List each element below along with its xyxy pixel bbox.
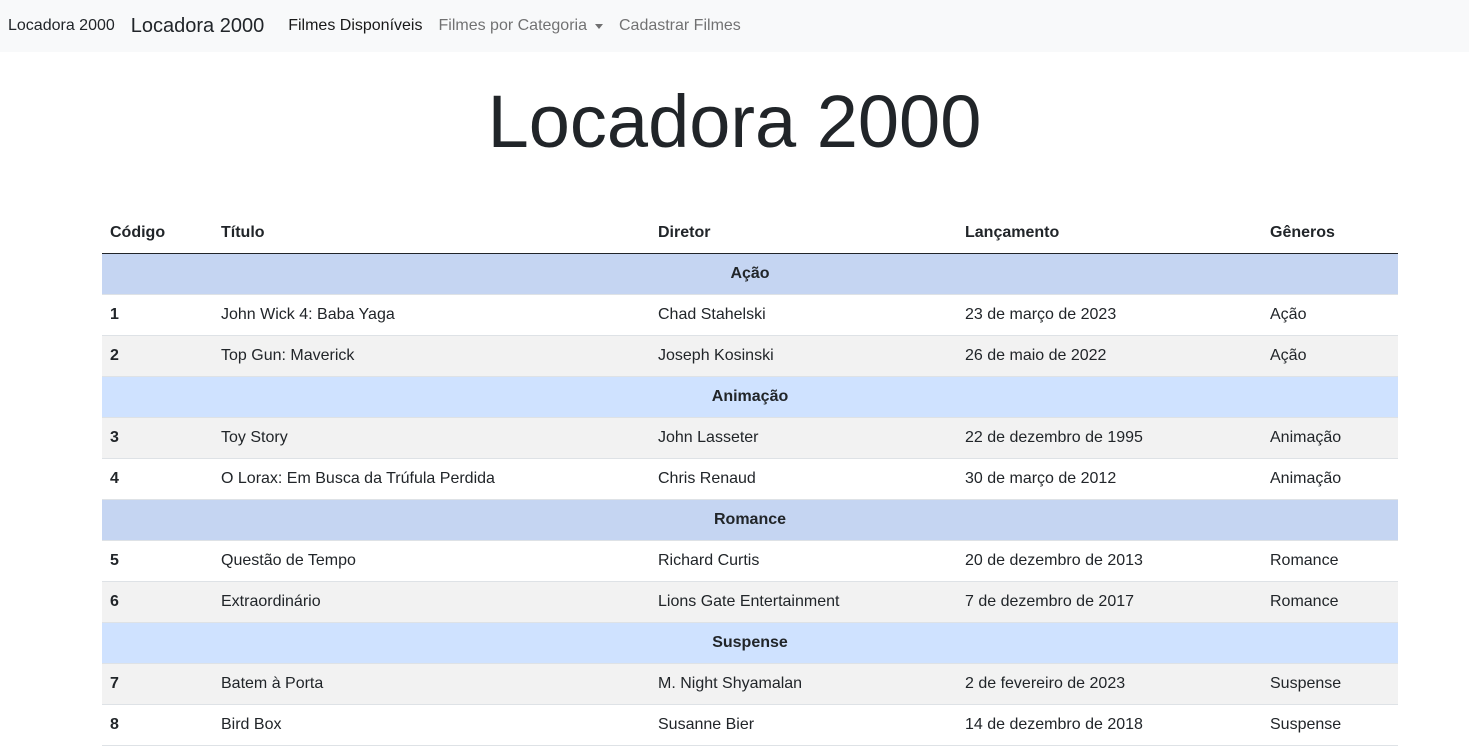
nav-link-filmes-disponiveis[interactable]: Filmes Disponíveis bbox=[288, 17, 422, 35]
column-header-diretor: Diretor bbox=[650, 213, 957, 254]
cell-code: 7 bbox=[102, 663, 213, 705]
cell-genre: Romance bbox=[1262, 581, 1398, 623]
table-header-row: Código Título Diretor Lançamento Gêneros bbox=[102, 213, 1398, 254]
movies-table-container: Código Título Diretor Lançamento Gêneros… bbox=[102, 213, 1398, 746]
cell-release: 23 de março de 2023 bbox=[957, 294, 1262, 336]
cell-title: John Wick 4: Baba Yaga bbox=[213, 294, 650, 336]
table-row: 5 Questão de Tempo Richard Curtis 20 de … bbox=[102, 540, 1398, 582]
nav-link-cadastrar-filmes[interactable]: Cadastrar Filmes bbox=[619, 17, 741, 35]
brand-name-link[interactable]: Locadora 2000 bbox=[131, 15, 264, 38]
column-header-lancamento: Lançamento bbox=[957, 213, 1262, 254]
table-row: 7 Batem à Porta M. Night Shyamalan 2 de … bbox=[102, 663, 1398, 705]
table-row: 6 Extraordinário Lions Gate Entertainmen… bbox=[102, 581, 1398, 623]
cell-release: 30 de março de 2012 bbox=[957, 458, 1262, 500]
cell-title: Questão de Tempo bbox=[213, 540, 650, 582]
cell-director: Joseph Kosinski bbox=[650, 335, 957, 377]
cell-code: 3 bbox=[102, 417, 213, 459]
category-label: Romance bbox=[102, 499, 1398, 541]
brand-logo-alt-text: Locadora 2000 bbox=[8, 17, 115, 34]
category-group-row: Ação bbox=[102, 253, 1398, 295]
cell-director: M. Night Shyamalan bbox=[650, 663, 957, 705]
cell-code: 4 bbox=[102, 458, 213, 500]
cell-code: 5 bbox=[102, 540, 213, 582]
table-row: 3 Toy Story John Lasseter 22 de dezembro… bbox=[102, 417, 1398, 459]
brand-logo-broken-image[interactable]: Locadora 2000 bbox=[8, 17, 115, 35]
cell-title: Toy Story bbox=[213, 417, 650, 459]
cell-director: Susanne Bier bbox=[650, 704, 957, 746]
category-label: Suspense bbox=[102, 622, 1398, 664]
cell-code: 6 bbox=[102, 581, 213, 623]
cell-title: Extraordinário bbox=[213, 581, 650, 623]
column-header-generos: Gêneros bbox=[1262, 213, 1398, 254]
cell-release: 2 de fevereiro de 2023 bbox=[957, 663, 1262, 705]
column-header-codigo: Código bbox=[102, 213, 213, 254]
cell-director: Lions Gate Entertainment bbox=[650, 581, 957, 623]
table-row: 4 O Lorax: Em Busca da Trúfula Perdida C… bbox=[102, 458, 1398, 500]
category-group-row: Romance bbox=[102, 499, 1398, 541]
cell-code: 2 bbox=[102, 335, 213, 377]
cell-genre: Ação bbox=[1262, 335, 1398, 377]
cell-release: 20 de dezembro de 2013 bbox=[957, 540, 1262, 582]
cell-release: 14 de dezembro de 2018 bbox=[957, 704, 1262, 746]
category-group-row: Suspense bbox=[102, 622, 1398, 664]
caret-down-icon bbox=[594, 23, 603, 29]
category-group-row: Animação bbox=[102, 376, 1398, 418]
cell-code: 1 bbox=[102, 294, 213, 336]
cell-genre: Animação bbox=[1262, 458, 1398, 500]
cell-genre: Animação bbox=[1262, 417, 1398, 459]
cell-genre: Suspense bbox=[1262, 704, 1398, 746]
category-label: Animação bbox=[102, 376, 1398, 418]
table-row: 8 Bird Box Susanne Bier 14 de dezembro d… bbox=[102, 704, 1398, 746]
column-header-titulo: Título bbox=[213, 213, 650, 254]
cell-director: John Lasseter bbox=[650, 417, 957, 459]
cell-director: Chad Stahelski bbox=[650, 294, 957, 336]
cell-code: 8 bbox=[102, 704, 213, 746]
cell-title: Top Gun: Maverick bbox=[213, 335, 650, 377]
cell-genre: Suspense bbox=[1262, 663, 1398, 705]
cell-director: Richard Curtis bbox=[650, 540, 957, 582]
cell-release: 7 de dezembro de 2017 bbox=[957, 581, 1262, 623]
navbar: Locadora 2000 Locadora 2000 Filmes Dispo… bbox=[0, 0, 1469, 52]
cell-director: Chris Renaud bbox=[650, 458, 957, 500]
cell-title: O Lorax: Em Busca da Trúfula Perdida bbox=[213, 458, 650, 500]
cell-title: Batem à Porta bbox=[213, 663, 650, 705]
category-label: Ação bbox=[102, 253, 1398, 295]
cell-release: 22 de dezembro de 1995 bbox=[957, 417, 1262, 459]
cell-title: Bird Box bbox=[213, 704, 650, 746]
table-row: 2 Top Gun: Maverick Joseph Kosinski 26 d… bbox=[102, 335, 1398, 377]
nav-dropdown-filmes-por-categoria[interactable]: Filmes por Categoria bbox=[438, 17, 603, 35]
cell-genre: Romance bbox=[1262, 540, 1398, 582]
cell-release: 26 de maio de 2022 bbox=[957, 335, 1262, 377]
cell-genre: Ação bbox=[1262, 294, 1398, 336]
movies-table: Código Título Diretor Lançamento Gêneros… bbox=[102, 213, 1398, 746]
table-row: 1 John Wick 4: Baba Yaga Chad Stahelski … bbox=[102, 294, 1398, 336]
nav-dropdown-label: Filmes por Categoria bbox=[438, 17, 587, 34]
page-title: Locadora 2000 bbox=[487, 80, 982, 163]
